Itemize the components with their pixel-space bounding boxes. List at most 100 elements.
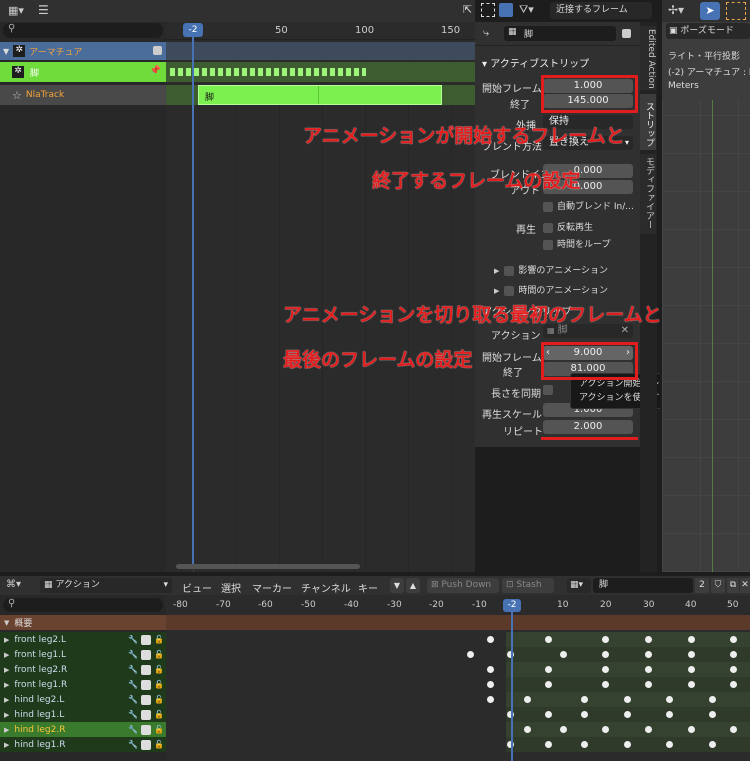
keyframe[interactable] [487,681,494,688]
checkbox-icon[interactable] [141,709,151,720]
dopesheet-search-field[interactable]: ⚲ [3,598,163,612]
current-frame-indicator[interactable]: -2 [183,23,203,37]
menu-icon[interactable]: ☰ [38,3,52,17]
keyframe[interactable] [645,726,652,733]
close-icon[interactable]: ✕ [740,578,750,593]
keyframe[interactable] [709,696,716,703]
wrench-icon[interactable]: 🔧 [128,635,138,645]
checkbox-icon[interactable] [141,634,151,645]
tab-modifier[interactable]: モディファイアー [640,154,656,234]
arrow-up-icon[interactable]: ▲ [406,578,420,593]
lock-icon[interactable]: 🔓 [154,650,164,660]
strip-name-field[interactable]: ▦ 脚 [504,26,616,41]
nla-track-action[interactable]: ✲ 脚 📌 [0,62,166,82]
editor-type-icon[interactable]: ⌘▾ [6,579,34,593]
checkbox-icon[interactable] [141,739,151,750]
checkbox-icon[interactable] [141,649,151,660]
snap-mode-select[interactable]: 近接するフレーム [550,2,652,19]
mode-select[interactable]: ▦ アクション ▾ [40,578,172,593]
keyframe[interactable] [688,666,695,673]
keyframe[interactable] [560,726,567,733]
channel-row[interactable]: ▶ front leg1.R 🔧 🔓 [0,677,166,692]
shield-icon[interactable]: ⛉ [711,578,725,593]
keyframe[interactable] [602,681,609,688]
menu-channel[interactable]: チャンネル [301,580,351,595]
channel-row[interactable]: ▶ front leg2.R 🔧 🔓 [0,662,166,677]
keyframe[interactable] [709,741,716,748]
keyframe[interactable] [524,726,531,733]
nla-ruler[interactable] [166,22,475,40]
mode-select[interactable]: ▣ ポーズモード [666,23,750,39]
keyframe[interactable] [602,726,609,733]
keyframe[interactable] [645,636,652,643]
keyframe[interactable] [602,651,609,658]
pin-icon[interactable]: 📌 [150,66,161,76]
arrow-down-icon[interactable]: ▼ [390,578,404,593]
keyframe[interactable] [524,696,531,703]
checkbox-icon[interactable] [141,664,151,675]
stash-button[interactable]: ⊡ Stash [502,578,554,593]
keyframe[interactable] [730,651,737,658]
keyframe[interactable] [730,666,737,673]
wrench-icon[interactable]: 🔧 [128,680,138,690]
keyframe[interactable] [581,711,588,718]
cyclic-checkbox[interactable]: 時間をループ [543,237,610,250]
wrench-icon[interactable]: 🔧 [128,725,138,735]
auto-blend-checkbox[interactable]: 自動ブレンド In/... [543,199,634,212]
checkbox-icon[interactable] [141,694,151,705]
users-count[interactable]: 2 [695,578,709,593]
keyframe[interactable] [624,696,631,703]
checkbox-icon[interactable] [622,29,631,38]
keyframe[interactable] [666,696,673,703]
expand-icon[interactable]: ▶ [4,666,9,674]
lock-icon[interactable]: 🔓 [154,680,164,690]
lock-icon[interactable]: 🔓 [154,635,164,645]
keyframe[interactable] [645,651,652,658]
channel-row[interactable]: ▶ hind leg1.R 🔧 🔓 [0,737,166,752]
keyframe[interactable] [688,636,695,643]
checkbox-icon[interactable] [153,46,162,55]
keyframe[interactable] [545,711,552,718]
section-influence[interactable]: ▶ 影響のアニメーション [494,263,608,276]
keyframe[interactable] [487,636,494,643]
action-browse-icon[interactable]: ▦▾ [567,578,591,593]
box-select-icon[interactable] [481,3,495,17]
keyframe[interactable] [709,711,716,718]
keyframe[interactable] [581,696,588,703]
keyframe[interactable] [645,666,652,673]
menu-select[interactable]: 選択 [221,580,241,595]
snap-icon[interactable] [499,3,513,17]
collapse-icon[interactable]: ▼ [3,47,9,56]
menu-marker[interactable]: マーカー [252,580,292,595]
lock-icon[interactable]: 🔓 [154,710,164,720]
menu-key[interactable]: キー [358,580,378,595]
keyframe[interactable] [624,711,631,718]
expand-icon[interactable]: ▶ [4,636,9,644]
keyframe[interactable] [581,741,588,748]
keyframe[interactable] [487,696,494,703]
action-name-field[interactable]: 脚 [593,578,693,593]
channel-row[interactable]: ▶ hind leg2.R 🔧 🔓 [0,722,166,737]
section-active-strip[interactable]: ▾ アクティブストリップ [482,55,589,70]
keyframe[interactable] [467,651,474,658]
wrench-icon[interactable]: 🔧 [128,650,138,660]
keyframe[interactable] [688,651,695,658]
tab-strip[interactable]: ストリップ [640,94,656,150]
section-time-anim[interactable]: ▶ 時間のアニメーション [494,283,608,296]
checkbox-icon[interactable] [141,724,151,735]
filter-icon[interactable]: ⛛▾ [519,3,547,17]
copy-icon[interactable]: ⧉ [727,578,739,593]
sync-length-checkbox[interactable] [543,385,553,395]
lock-icon[interactable]: 🔓 [154,740,164,750]
wrench-icon[interactable]: 🔧 [128,695,138,705]
push-down-button[interactable]: ⊠ Push Down [427,578,499,593]
keyframe[interactable] [666,711,673,718]
editor-type-icon[interactable]: ▦▾ [8,4,30,18]
nla-track-nlatrack[interactable]: ☆ NlaTrack [0,85,166,105]
checkbox-icon[interactable] [141,679,151,690]
keyframe[interactable] [645,681,652,688]
keyframe[interactable] [602,666,609,673]
keyframe[interactable] [624,741,631,748]
nla-search-field[interactable]: ⚲ [3,23,163,38]
keyframe[interactable] [730,681,737,688]
